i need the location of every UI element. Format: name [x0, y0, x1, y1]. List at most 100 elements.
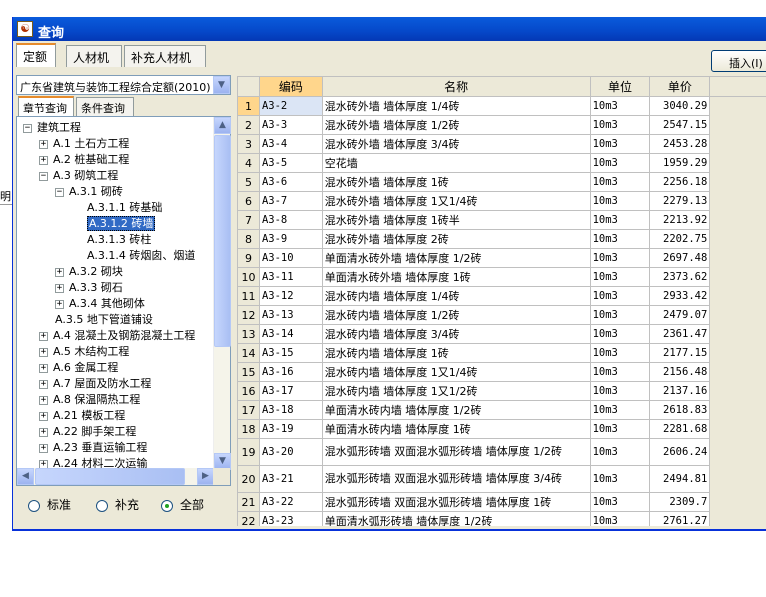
column-header-code[interactable]: 编码 — [258, 76, 323, 97]
table-row[interactable]: 14 A3-15 混水砖内墙 墙体厚度 1砖 10m3 2177.15 — [237, 343, 766, 363]
tab-chapter-search[interactable]: 章节查询 — [18, 96, 74, 117]
tree-node[interactable]: − 建筑工程 — [23, 120, 81, 136]
radio-supplement[interactable]: 补充 — [96, 496, 139, 513]
unit-cell[interactable]: 10m3 — [589, 465, 651, 493]
row-number-cell[interactable]: 15 — [237, 362, 260, 382]
tree-node[interactable]: + A.2 桩基础工程 — [39, 152, 129, 168]
unit-cell[interactable]: 10m3 — [589, 229, 651, 249]
tree-node[interactable]: A.3.1.1 砖基础 — [87, 200, 162, 216]
table-row[interactable]: 19 A3-20 混水弧形砖墙 双面混水弧形砖墙 墙体厚度 1/2砖 10m3 2606… — [237, 438, 766, 466]
name-cell[interactable]: 单面清水砖内墙 墙体厚度 1/2砖 — [321, 400, 591, 420]
name-cell[interactable]: 混水砖外墙 墙体厚度 2砖 — [321, 229, 591, 249]
tab-condition-search[interactable]: 条件查询 — [76, 97, 134, 116]
name-cell[interactable]: 单面清水砖外墙 墙体厚度 1砖 — [321, 267, 591, 287]
name-cell[interactable]: 混水砖内墙 墙体厚度 1又1/4砖 — [321, 362, 591, 382]
row-number-cell[interactable]: 12 — [237, 305, 260, 325]
row-number-cell[interactable]: 11 — [237, 286, 260, 306]
name-cell[interactable]: 混水砖外墙 墙体厚度 1/4砖 — [321, 96, 591, 116]
radio-all-circle[interactable] — [161, 499, 173, 512]
price-cell[interactable]: 2309.7 — [649, 492, 711, 512]
name-cell[interactable]: 混水砖内墙 墙体厚度 1/4砖 — [321, 286, 591, 306]
expand-icon[interactable]: + — [55, 299, 64, 309]
price-cell[interactable]: 2453.28 — [649, 134, 711, 154]
table-row[interactable]: 17 A3-18 单面清水砖内墙 墙体厚度 1/2砖 10m3 2618.83 — [237, 400, 766, 420]
expand-icon[interactable]: + — [55, 267, 64, 277]
row-number-cell[interactable]: 9 — [237, 248, 260, 268]
radio-standard-circle[interactable] — [28, 499, 40, 512]
row-number-cell[interactable]: 8 — [237, 229, 260, 249]
tree-node[interactable]: + A.23 垂直运输工程 — [39, 440, 147, 456]
table-row[interactable]: 18 A3-19 单面清水砖内墙 墙体厚度 1砖 10m3 2281.68 — [237, 419, 766, 439]
name-cell[interactable]: 混水砖外墙 墙体厚度 1砖 — [321, 172, 591, 192]
chevron-down-icon[interactable]: ▼ — [213, 76, 230, 94]
unit-cell[interactable]: 10m3 — [589, 324, 651, 344]
price-cell[interactable]: 2281.68 — [649, 419, 711, 439]
unit-cell[interactable]: 10m3 — [589, 153, 651, 173]
unit-cell[interactable]: 10m3 — [589, 511, 651, 526]
price-cell[interactable]: 2618.83 — [649, 400, 711, 420]
radio-standard[interactable]: 标准 — [28, 496, 71, 513]
expand-icon[interactable]: + — [39, 379, 48, 389]
price-cell[interactable]: 2177.15 — [649, 343, 711, 363]
expand-icon[interactable]: + — [39, 427, 48, 437]
unit-cell[interactable]: 10m3 — [589, 286, 651, 306]
row-number-cell[interactable]: 21 — [237, 492, 260, 512]
table-row[interactable]: 8 A3-9 混水砖外墙 墙体厚度 2砖 10m3 2202.75 — [237, 229, 766, 249]
row-number-cell[interactable]: 13 — [237, 324, 260, 344]
row-number-cell[interactable]: 4 — [237, 153, 260, 173]
insert-button[interactable]: 插入(I) — [711, 50, 766, 72]
scroll-thumb[interactable] — [214, 135, 231, 347]
price-cell[interactable]: 2361.47 — [649, 324, 711, 344]
collapse-icon[interactable]: − — [23, 123, 32, 133]
code-cell[interactable]: A3-14 — [258, 324, 323, 344]
price-cell[interactable]: 2156.48 — [649, 362, 711, 382]
table-row[interactable]: 7 A3-8 混水砖外墙 墙体厚度 1砖半 10m3 2213.92 — [237, 210, 766, 230]
expand-icon[interactable]: + — [39, 443, 48, 453]
row-number-cell[interactable]: 5 — [237, 172, 260, 192]
row-number-cell[interactable]: 17 — [237, 400, 260, 420]
tree-horizontal-scrollbar[interactable]: ◀ ▶ — [17, 468, 214, 485]
table-row[interactable]: 22 A3-23 单面清水弧形砖墙 墙体厚度 1/2砖 10m3 2761.27 — [237, 511, 766, 526]
table-row[interactable]: 11 A3-12 混水砖内墙 墙体厚度 1/4砖 10m3 2933.42 — [237, 286, 766, 306]
table-row[interactable]: 15 A3-16 混水砖内墙 墙体厚度 1又1/4砖 10m3 2156.48 — [237, 362, 766, 382]
radio-supplement-circle[interactable] — [96, 499, 108, 512]
row-number-cell[interactable]: 6 — [237, 191, 260, 211]
name-cell[interactable]: 混水砖外墙 墙体厚度 1砖半 — [321, 210, 591, 230]
table-row[interactable]: 12 A3-13 混水砖内墙 墙体厚度 1/2砖 10m3 2479.07 — [237, 305, 766, 325]
price-cell[interactable]: 1959.29 — [649, 153, 711, 173]
name-cell[interactable]: 空花墙 — [321, 153, 591, 173]
row-number-cell[interactable]: 14 — [237, 343, 260, 363]
code-cell[interactable]: A3-6 — [258, 172, 323, 192]
row-number-cell[interactable]: 19 — [237, 438, 260, 466]
unit-cell[interactable]: 10m3 — [589, 267, 651, 287]
price-cell[interactable]: 2606.24 — [649, 438, 711, 466]
code-cell[interactable]: A3-18 — [258, 400, 323, 420]
row-number-cell[interactable]: 7 — [237, 210, 260, 230]
tree-node[interactable]: + A.4 混凝土及钢筋混凝土工程 — [39, 328, 195, 344]
tree-node[interactable]: + A.22 脚手架工程 — [39, 424, 136, 440]
code-cell[interactable]: A3-5 — [258, 153, 323, 173]
name-cell[interactable]: 混水砖内墙 墙体厚度 3/4砖 — [321, 324, 591, 344]
code-cell[interactable]: A3-12 — [258, 286, 323, 306]
price-cell[interactable]: 2213.92 — [649, 210, 711, 230]
table-row[interactable]: 9 A3-10 单面清水砖外墙 墙体厚度 1/2砖 10m3 2697.48 — [237, 248, 766, 268]
tree-node[interactable]: A.3.5 地下管道铺设 — [55, 312, 153, 328]
name-cell[interactable]: 混水砖内墙 墙体厚度 1砖 — [321, 343, 591, 363]
code-cell[interactable]: A3-3 — [258, 115, 323, 135]
table-row[interactable]: 16 A3-17 混水砖内墙 墙体厚度 1又1/2砖 10m3 2137.16 — [237, 381, 766, 401]
column-header-unit[interactable]: 单位 — [589, 76, 651, 97]
code-cell[interactable]: A3-21 — [258, 465, 323, 493]
unit-cell[interactable]: 10m3 — [589, 381, 651, 401]
name-cell[interactable]: 单面清水砖外墙 墙体厚度 1/2砖 — [321, 248, 591, 268]
tree-node[interactable]: A.3.1.2 砖墙 — [87, 216, 156, 232]
tree-node[interactable]: − A.3 砌筑工程 — [39, 168, 118, 184]
price-cell[interactable]: 2202.75 — [649, 229, 711, 249]
expand-icon[interactable]: + — [39, 363, 48, 373]
code-cell[interactable]: A3-2 — [258, 96, 323, 116]
code-cell[interactable]: A3-19 — [258, 419, 323, 439]
table-row[interactable]: 10 A3-11 单面清水砖外墙 墙体厚度 1砖 10m3 2373.62 — [237, 267, 766, 287]
row-number-cell[interactable]: 2 — [237, 115, 260, 135]
tab-quota[interactable]: 定额 — [16, 43, 56, 67]
code-cell[interactable]: A3-13 — [258, 305, 323, 325]
tree-node[interactable]: + A.6 金属工程 — [39, 360, 118, 376]
